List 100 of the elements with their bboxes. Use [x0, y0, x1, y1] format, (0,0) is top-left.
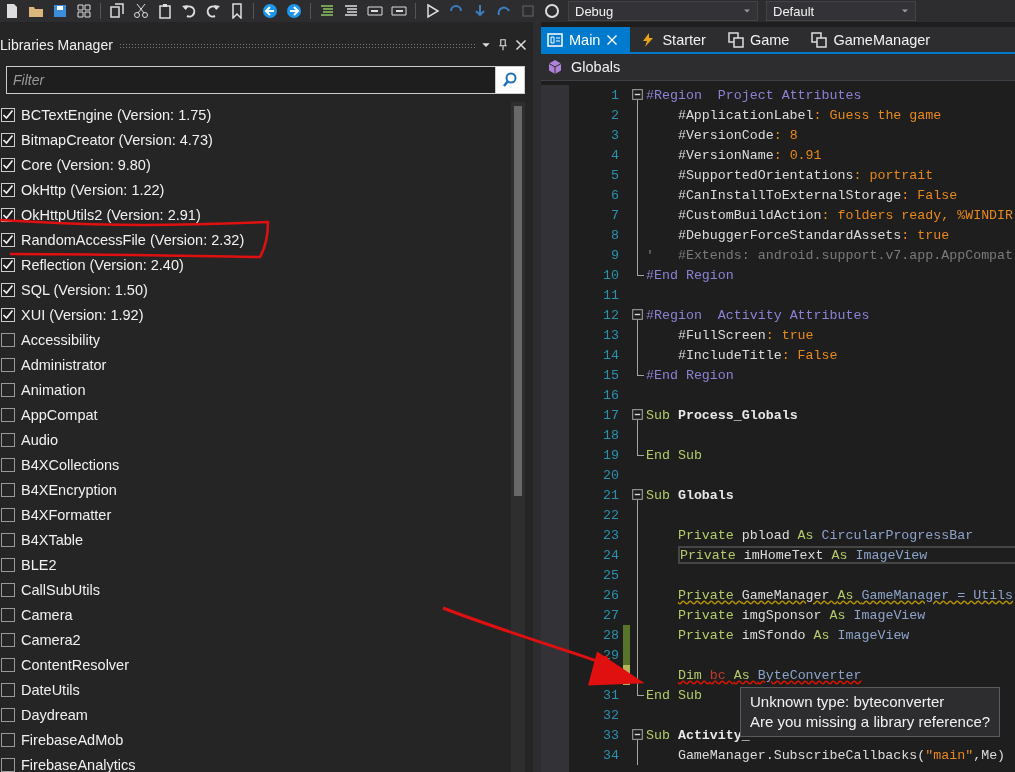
collapse-icon[interactable]	[632, 729, 643, 740]
line-number: 1	[610, 87, 619, 103]
checkbox[interactable]	[1, 332, 15, 347]
paste-icon[interactable]	[157, 3, 173, 19]
editor-tab[interactable]: Starter	[634, 27, 718, 52]
checkbox[interactable]	[1, 457, 15, 472]
code-line: Private imgSponsor As ImageView	[677, 606, 926, 624]
code-line: #VersionCode: 8	[677, 126, 798, 144]
scrollbar-thumb[interactable]	[514, 106, 522, 496]
line-number: 14	[602, 347, 619, 363]
library-name: BLE2	[21, 556, 57, 573]
checkbox[interactable]	[1, 257, 15, 272]
code-line: #IncludeTitle: False	[677, 346, 838, 364]
checkbox[interactable]	[1, 282, 15, 297]
checkbox[interactable]	[1, 132, 15, 147]
line-number: 8	[610, 227, 619, 243]
checkmark-icon	[2, 258, 14, 271]
document-icon[interactable]	[4, 3, 20, 19]
checkbox[interactable]	[1, 307, 15, 322]
save-icon[interactable]	[52, 3, 68, 19]
code-line: #CanInstallToExternalStorage: False	[677, 186, 958, 204]
checkbox[interactable]	[1, 732, 15, 747]
caret-icon	[743, 7, 751, 15]
line-number: 7	[610, 207, 619, 223]
checkbox[interactable]	[1, 507, 15, 522]
line-number: 28	[602, 627, 619, 643]
comment-lines-icon[interactable]	[319, 3, 335, 19]
checkbox[interactable]	[1, 757, 15, 772]
checkbox[interactable]	[1, 432, 15, 447]
line-number: 20	[602, 467, 619, 483]
search-button[interactable]	[495, 66, 525, 94]
library-name: B4XCollections	[21, 456, 120, 473]
checkbox[interactable]	[1, 107, 15, 122]
code-line: #FullScreen: true	[677, 326, 814, 344]
code-line: Private GameManager As GameManager = Utils	[677, 586, 1014, 604]
checkmark-icon	[2, 158, 14, 171]
checkmark-icon	[2, 208, 14, 221]
checkbox[interactable]	[1, 357, 15, 372]
collapse-icon[interactable]	[632, 409, 643, 420]
code-line: Dim bc As ByteConverter	[677, 666, 862, 684]
target-dropdown[interactable]: Default	[766, 1, 916, 21]
collapse-icon[interactable]	[632, 309, 643, 320]
line-number: 11	[602, 287, 619, 303]
line-number: 15	[602, 367, 619, 383]
checkbox[interactable]	[1, 707, 15, 722]
line-number: 19	[602, 447, 619, 463]
checkmark-icon	[2, 108, 14, 121]
line-number: 18	[602, 427, 619, 443]
checkbox[interactable]	[1, 407, 15, 422]
line-number: 31	[602, 687, 619, 703]
checkbox[interactable]	[1, 657, 15, 672]
configuration-dropdown[interactable]: Debug	[568, 1, 758, 21]
filter-field[interactable]: Filter	[6, 66, 495, 94]
line-number: 27	[602, 607, 619, 623]
grid-icon[interactable]	[76, 3, 92, 19]
copy-icon[interactable]	[109, 3, 125, 19]
editor-tab[interactable]: Main	[541, 27, 631, 52]
bookmark-icon[interactable]	[229, 3, 245, 19]
breadcrumb-label[interactable]: Globals	[571, 59, 621, 75]
restart-icon[interactable]	[544, 3, 560, 19]
library-name: Animation	[21, 381, 86, 398]
forward-icon[interactable]	[286, 3, 302, 19]
line-number: 12	[602, 307, 619, 323]
checkbox[interactable]	[1, 232, 15, 247]
collapse-icon[interactable]	[632, 89, 643, 100]
checkbox[interactable]	[1, 182, 15, 197]
form-icon	[547, 31, 563, 48]
library-name: Accessibility	[21, 331, 100, 348]
checkbox[interactable]	[1, 607, 15, 622]
collapse-icon[interactable]	[632, 489, 643, 500]
line-number: 10	[602, 267, 619, 283]
overlapping-squares-icon	[811, 31, 828, 48]
editor-tab[interactable]: Game	[721, 27, 802, 52]
library-name: Core (Version: 9.80)	[21, 156, 151, 173]
uncomment-lines-icon[interactable]	[343, 3, 359, 19]
editor-tab[interactable]: GameManager	[805, 27, 943, 52]
checkbox[interactable]	[1, 532, 15, 547]
code-line: #DebuggerForceStandardAssets: true	[677, 226, 950, 244]
library-name: CallSubUtils	[21, 581, 100, 598]
scissors-icon[interactable]	[133, 3, 149, 19]
back-icon[interactable]	[262, 3, 278, 19]
redo-icon[interactable]	[205, 3, 221, 19]
checkbox[interactable]	[1, 632, 15, 647]
library-name: FirebaseAnalytics	[21, 756, 136, 772]
code-line: #CustomBuildAction: folders ready, %WINDIR	[677, 206, 1014, 224]
close-icon[interactable]	[515, 39, 527, 51]
checkbox[interactable]	[1, 582, 15, 597]
run-icon[interactable]	[424, 3, 440, 19]
checkbox[interactable]	[1, 482, 15, 497]
line-number: 25	[602, 567, 619, 583]
checkbox[interactable]	[1, 382, 15, 397]
library-name: B4XFormatter	[21, 506, 112, 523]
undo-icon[interactable]	[181, 3, 197, 19]
pin-icon[interactable]	[497, 39, 509, 51]
line-number: 21	[602, 487, 619, 503]
line-number: 4	[610, 147, 619, 163]
checkbox[interactable]	[1, 157, 15, 172]
checkbox[interactable]	[1, 682, 15, 697]
step-into-icon[interactable]	[472, 3, 488, 19]
checkbox[interactable]	[1, 557, 15, 572]
